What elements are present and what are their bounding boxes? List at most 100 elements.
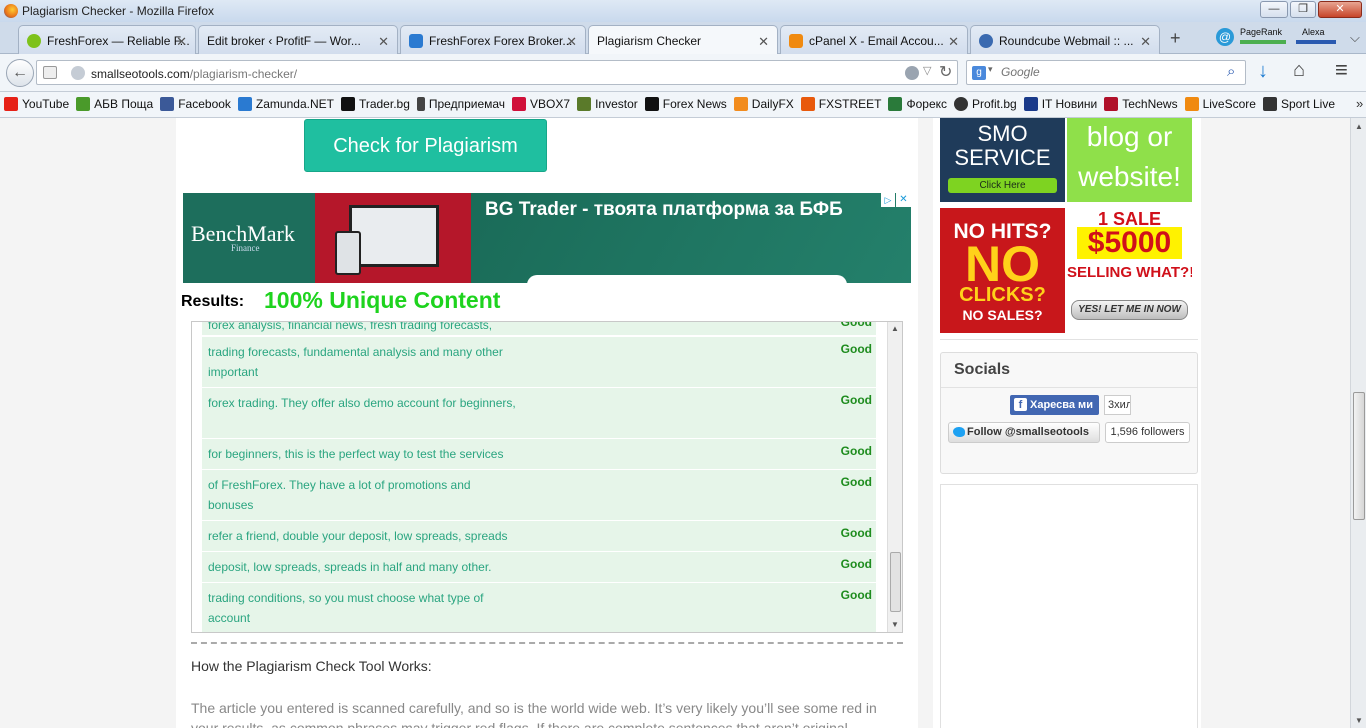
phone-graphic	[335, 231, 361, 275]
search-bar[interactable]: g ▾ ⌕	[966, 60, 1246, 85]
result-text: for beginners, this is the perfect way t…	[208, 447, 504, 461]
engine-dropdown-icon[interactable]: ▾	[988, 64, 993, 75]
sale-ad-line2: $5000	[1077, 227, 1182, 259]
close-tab-icon[interactable]: ✕	[378, 34, 389, 50]
home-icon[interactable]: ⌂	[1293, 59, 1305, 82]
downloads-icon[interactable]: ↓	[1258, 60, 1268, 83]
technews-icon	[1104, 97, 1119, 111]
close-tab-icon[interactable]: ✕	[948, 34, 959, 50]
sale-5000-ad[interactable]: 1 SALE $5000 SELLING WHAT?! YES! LET ME …	[1067, 208, 1192, 333]
bookmark-zamunda[interactable]: Zamunda.NET	[237, 97, 337, 111]
no-hits-line4: NO SALES?	[962, 307, 1043, 323]
bookmark-forex-news[interactable]: Forex News	[644, 97, 730, 111]
how-it-works-heading: How the Plagiarism Check Tool Works:	[191, 658, 432, 674]
bookmark-vbox7[interactable]: VBOX7	[512, 97, 573, 111]
benchmark-ad-banner[interactable]: BenchMark Finance BG Trader - твоята пла…	[183, 193, 911, 283]
bookmark-youtube[interactable]: YouTube	[4, 97, 72, 111]
scroll-down-arrow-icon[interactable]: ▼	[891, 620, 899, 629]
smo-ad-line2: SERVICE	[954, 145, 1051, 170]
tab-label: cPanel X - Email Accou...	[809, 34, 944, 48]
scroll-up-arrow-icon[interactable]: ▲	[1355, 122, 1363, 131]
result-status: Good	[840, 321, 872, 329]
bookmark-sport-live[interactable]: Sport Live	[1262, 97, 1338, 111]
pagerank-label[interactable]: PageRank	[1240, 27, 1282, 37]
results-scrollbar[interactable]: ▲ ▼	[887, 322, 902, 632]
bookmark-fxstreet[interactable]: FXSTREET	[800, 97, 885, 111]
globe-icon[interactable]	[71, 66, 85, 80]
site-identity-icon[interactable]	[905, 66, 919, 80]
no-hits-line3: CLICKS?	[959, 284, 1046, 306]
result-row: forex analysis, financial news, fresh tr…	[202, 321, 876, 336]
list-all-tabs-button[interactable]: ⌵	[1350, 30, 1360, 46]
result-text: forex trading. They offer also demo acco…	[208, 396, 516, 410]
bookmark-technews[interactable]: TechNews	[1104, 97, 1180, 111]
bookmark-abv[interactable]: АБВ Поща	[76, 97, 156, 111]
results-label: Results:	[181, 293, 245, 310]
results-scroll-thumb[interactable]	[890, 552, 901, 612]
twitter-bird-icon	[953, 427, 965, 437]
search-input[interactable]	[1001, 65, 1211, 79]
bookmark-dailyfx[interactable]: DailyFX	[733, 97, 797, 111]
bookmark-it-novini[interactable]: IT Новини	[1023, 97, 1101, 111]
minimize-button[interactable]: —	[1260, 1, 1288, 18]
tab-roundcube[interactable]: Roundcube Webmail :: ... ✕	[970, 25, 1160, 54]
blog-ad-line2: website!	[1078, 161, 1181, 192]
more-bookmarks-button[interactable]: »	[1354, 96, 1364, 111]
smo-service-ad[interactable]: SMO SERVICE Click Here	[940, 118, 1065, 202]
close-tab-icon[interactable]: ✕	[1140, 34, 1151, 50]
alexa-label[interactable]: Alexa	[1302, 27, 1325, 37]
smo-click-here-button[interactable]: Click Here	[948, 178, 1057, 193]
sidebar-empty-widget	[940, 484, 1198, 728]
bookmark-profit-bg[interactable]: Profit.bg	[954, 97, 1020, 111]
no-hits-ad[interactable]: NO HITS? NO CLICKS? NO SALES?	[940, 208, 1065, 333]
url-dropdown-icon[interactable]: ▽	[923, 64, 931, 77]
bookmark-forex[interactable]: Форекс	[888, 97, 950, 111]
alexa-bar	[1296, 40, 1336, 44]
blog-website-ad[interactable]: blog or website!	[1067, 118, 1192, 202]
result-row: of FreshForex. They have a lot of promot…	[202, 470, 876, 521]
new-tab-button[interactable]: +	[1170, 28, 1181, 49]
maximize-button[interactable]: ❐	[1290, 1, 1316, 18]
bookmark-facebook[interactable]: Facebook	[160, 97, 234, 111]
ad-choices-icon[interactable]: ▷	[881, 193, 895, 207]
reload-icon[interactable]: ↻	[939, 62, 952, 82]
twitter-follow-button[interactable]: Follow @smallseotools	[948, 422, 1100, 443]
tab-cpanel[interactable]: cPanel X - Email Accou... ✕	[780, 25, 968, 54]
how-it-works-text: The article you entered is scanned caref…	[191, 700, 877, 728]
search-icon[interactable]: ⌕	[1227, 63, 1235, 80]
google-engine-icon[interactable]: g	[972, 66, 986, 80]
scroll-up-arrow-icon[interactable]: ▲	[891, 324, 899, 333]
unique-content-summary: 100% Unique Content	[264, 287, 501, 313]
email-addon-icon[interactable]: @	[1216, 28, 1234, 46]
page-scroll-thumb[interactable]	[1353, 392, 1365, 520]
sale-ad-button[interactable]: YES! LET ME IN NOW	[1071, 300, 1188, 320]
back-button[interactable]: ←	[6, 59, 34, 87]
close-window-button[interactable]: ✕	[1318, 1, 1362, 18]
history-grid-icon[interactable]	[43, 66, 57, 79]
bookmarks-bar: YouTube АБВ Поща Facebook Zamunda.NET Trader…	[0, 92, 1366, 118]
check-plagiarism-button[interactable]: Check for Plagiarism	[304, 119, 547, 172]
page-scrollbar[interactable]: ▲ ▼	[1350, 118, 1366, 728]
blog-ad-line1: blog or	[1086, 121, 1173, 152]
facebook-like-button[interactable]: f Харесва ми	[1010, 395, 1099, 415]
bookmark-trader-bg[interactable]: Trader.bg	[340, 97, 413, 111]
tab-bar: FreshForex — Reliable F... ✕ Edit broker…	[0, 22, 1366, 55]
bookmark-livescore[interactable]: LiveScore	[1184, 97, 1259, 111]
scroll-down-arrow-icon[interactable]: ▼	[1355, 716, 1363, 725]
menu-icon[interactable]: ≡	[1335, 57, 1348, 83]
investor-icon	[577, 97, 592, 111]
url-text[interactable]: smallseotools.com/plagiarism-checker/	[91, 67, 297, 81]
tab-edit-broker[interactable]: Edit broker ‹ ProfitF — Wor... ✕	[198, 25, 398, 54]
result-row: trading conditions, so you must choose w…	[202, 583, 876, 632]
tab-freshforex-reliable[interactable]: FreshForex — Reliable F... ✕	[18, 25, 196, 54]
result-text: trading conditions, so you must choose w…	[208, 591, 484, 625]
url-bar[interactable]: smallseotools.com/plagiarism-checker/ ▽ …	[36, 60, 958, 85]
ad-close-icon[interactable]: ✕	[896, 193, 911, 207]
close-tab-icon[interactable]: ✕	[176, 34, 187, 50]
close-tab-icon[interactable]: ✕	[566, 34, 577, 50]
bookmark-predpriemach[interactable]: Предприемач	[416, 97, 508, 111]
tab-plagiarism-checker[interactable]: Plagiarism Checker ✕	[588, 25, 778, 55]
bookmark-investor[interactable]: Investor	[577, 97, 641, 111]
close-tab-icon[interactable]: ✕	[758, 34, 769, 50]
tab-freshforex-broker[interactable]: FreshForex Forex Broker... ✕	[400, 25, 586, 54]
